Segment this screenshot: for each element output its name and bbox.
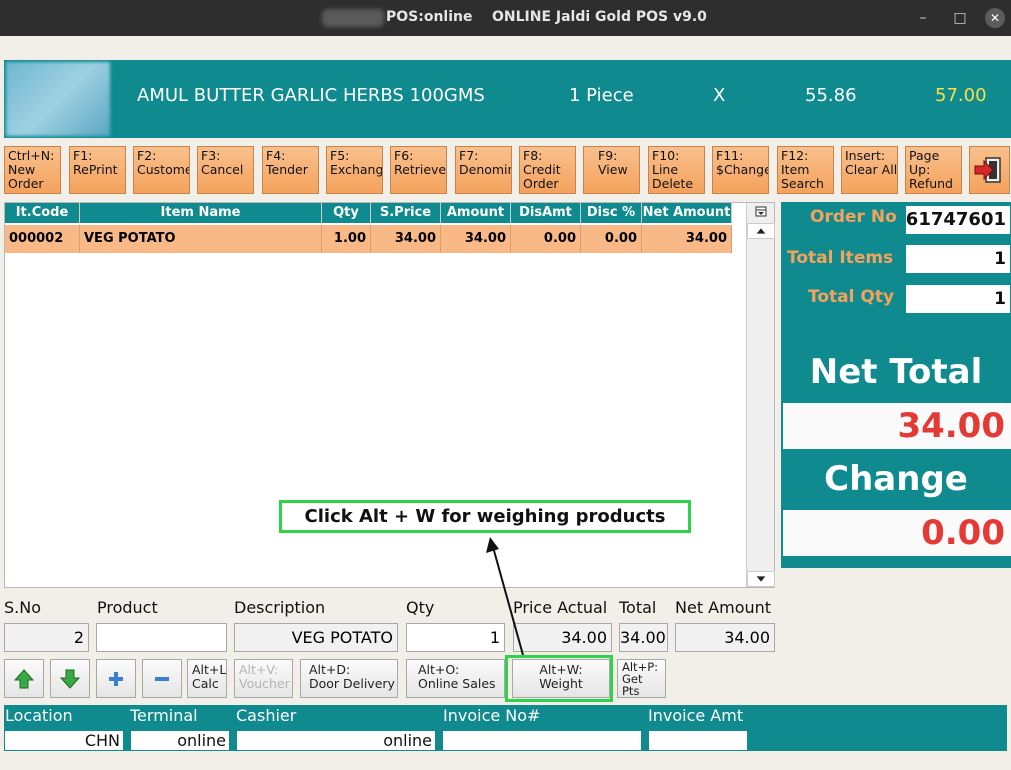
location-value: CHN [5,731,123,750]
net-amount-label: Net Amount [675,598,772,617]
column-chooser-icon[interactable] [747,203,775,221]
net-total-label: Net Total [809,352,983,392]
order-summary-panel: Order No 61747601 Total Items 1 Total Qt… [781,202,1011,568]
item-search-button[interactable]: F12: Item Search [777,146,834,194]
net-amount-field: 34.00 [675,623,775,652]
invoice-no-value [443,731,641,750]
line-delete-button[interactable]: F10: Line Delete [648,146,705,194]
order-no-value: 61747601 [906,206,1010,234]
change-button[interactable]: F11: $Change [712,146,769,194]
total-items-label: Total Items [787,248,894,268]
qty-label: Qty [406,598,435,617]
move-down-button[interactable] [50,659,90,698]
column-header[interactable]: Item Name [80,203,322,223]
header-item-name: AMUL BUTTER GARLIC HERBS 100GMS [137,85,485,106]
cell-disc-pct: 0.00 [581,225,642,253]
calc-button[interactable]: Alt+L: Calc [187,659,227,698]
credit-order-button[interactable]: F8: Credit Order [519,146,576,194]
scroll-down-icon[interactable] [747,571,775,587]
reprint-button[interactable]: F1: RePrint [69,146,126,194]
header-mrp: 57.00 [935,85,987,106]
view-button[interactable]: F9: View [583,146,640,194]
cell-amount: 34.00 [441,225,511,253]
column-header[interactable]: Qty [322,203,371,223]
terminal-label: Terminal [130,706,198,725]
tender-button[interactable]: F4: Tender [262,146,319,194]
new-order-button[interactable]: Ctrl+N: New Order [4,146,61,194]
exchange-button[interactable]: F5: Exchang [326,146,383,194]
maximize-button[interactable]: □ [950,8,970,28]
store-logo [6,62,110,136]
product-label: Product [97,598,158,617]
plus-icon [109,672,123,686]
cell-item-code: 000002 [5,225,80,253]
cell-qty: 1.00 [322,225,371,253]
total-label: Total [619,598,657,617]
sno-field: 2 [4,623,89,652]
exit-button[interactable] [969,146,1010,194]
refund-button[interactable]: Page Up: Refund [905,146,962,194]
column-header[interactable]: It.Code [5,203,80,223]
title-bar: POS:online ONLINE Jaldi Gold POS v9.0 – … [0,0,1011,36]
status-footer: Location Terminal Cashier Invoice No# In… [4,705,1007,751]
product-input[interactable] [96,623,227,652]
invoice-amt-label: Invoice Amt [648,706,744,725]
header-price: 55.86 [805,85,857,106]
exit-icon [974,157,1001,183]
change-label: Change [824,459,968,499]
get-points-button[interactable]: Alt+P: Get Pts [617,659,666,698]
denomination-button[interactable]: F7: Denomin [455,146,512,194]
cell-disamt: 0.00 [511,225,581,253]
column-header[interactable]: DisAmt [511,203,581,223]
cashier-value: online [237,731,435,750]
column-header[interactable]: S.Price [371,203,441,223]
item-display-header: AMUL BUTTER GARLIC HERBS 100GMS 1 Piece … [4,60,1011,138]
cell-sprice: 34.00 [371,225,441,253]
terminal-value: online [131,731,229,750]
minus-icon [155,677,169,681]
scroll-up-icon[interactable] [747,223,775,239]
description-field: VEG POTATO [234,623,398,652]
order-no-label: Order No [810,207,897,227]
column-header[interactable]: Net Amount [642,203,732,223]
weight-button-highlight [505,655,613,702]
window-title: POS:online ONLINE Jaldi Gold POS v9.0 [386,9,707,25]
cell-item-name: VEG POTATO [80,225,322,253]
total-items-value: 1 [906,245,1010,273]
header-unit: 1 Piece [569,85,634,106]
cashier-label: Cashier [236,706,297,725]
arrow-down-icon [59,669,81,689]
column-header[interactable]: Disc % [581,203,642,223]
grid-scrollbar[interactable] [746,203,775,587]
customer-button[interactable]: F2: Custome [133,146,190,194]
change-value: 0.00 [783,510,1011,556]
instruction-callout: Click Alt + W for weighing products [279,500,691,533]
cell-net-amount: 34.00 [642,225,732,253]
net-total-value: 34.00 [783,403,1011,449]
callout-arrow [486,537,524,656]
sno-label: S.No [4,598,41,617]
invoice-amt-value [649,731,747,750]
online-sales-button[interactable]: Alt+O: Online Sales [406,659,505,698]
total-qty-value: 1 [906,285,1010,313]
voucher-button[interactable]: Alt+V: Voucher [234,659,293,698]
description-label: Description [234,598,326,617]
location-label: Location [5,706,73,725]
header-multiplier: X [713,85,726,106]
increase-qty-button[interactable] [96,659,136,698]
door-delivery-button[interactable]: Alt+D: Door Delivery [300,659,398,698]
cancel-button[interactable]: F3: Cancel [197,146,254,194]
decrease-qty-button[interactable] [142,659,182,698]
total-qty-label: Total Qty [808,287,895,307]
invoice-no-label: Invoice No# [443,706,541,725]
column-header[interactable]: Amount [441,203,511,223]
minimize-button[interactable]: – [913,8,933,28]
arrow-up-icon [13,669,35,689]
clear-all-button[interactable]: Insert: Clear All [841,146,898,194]
total-field: 34.00 [619,623,668,652]
move-up-button[interactable] [4,659,44,698]
retrieve-button[interactable]: F6: Retrieve [390,146,447,194]
blurred-user-label [322,9,384,27]
close-button[interactable]: ✕ [985,8,1005,28]
